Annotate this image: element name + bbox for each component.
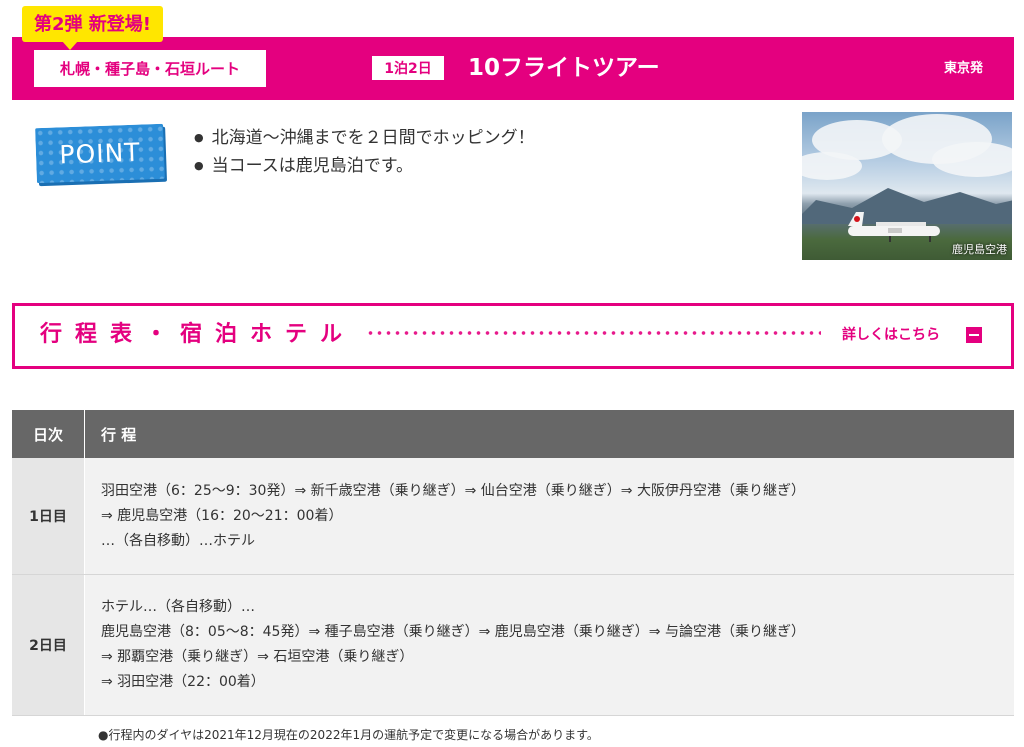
table-row: 2日目 ホテル…（各自移動）… 鹿児島空港（8：05〜8：45発）⇒ 種子島空港… xyxy=(12,574,1014,716)
schedule-line: 鹿児島空港（8：05〜8：45発）⇒ 種子島空港（乗り継ぎ）⇒ 鹿児島空港（乗り… xyxy=(101,624,805,640)
schedule-cell: 羽田空港（6：25〜9：30発）⇒ 新千歳空港（乗り継ぎ）⇒ 仙台空港（乗り継ぎ… xyxy=(84,458,1014,575)
point-list: 北海道〜沖縄までを２日間でホッピング！ 当コースは鹿児島泊です。 xyxy=(194,124,535,180)
tour-title: 10フライトツアー xyxy=(468,55,660,81)
itinerary-title: 行程表・宿泊ホテル xyxy=(40,322,356,347)
schedule-line: ⇒ 那覇空港（乗り継ぎ）⇒ 石垣空港（乗り継ぎ） xyxy=(101,649,414,665)
dotted-divider xyxy=(366,328,821,338)
point-item: 当コースは鹿児島泊です。 xyxy=(194,152,535,180)
schedule-line: ⇒ 鹿児島空港（16：20〜21：00着） xyxy=(101,507,343,524)
itinerary-table: 日次 行 程 1日目 羽田空港（6：25〜9：30発）⇒ 新千歳空港（乗り継ぎ）… xyxy=(12,410,1014,716)
new-release-badge: 第2弾 新登場! xyxy=(22,6,163,50)
minus-square-icon[interactable] xyxy=(966,327,982,343)
day-cell: 2日目 xyxy=(12,574,85,716)
duration-badge: 1泊2日 xyxy=(372,56,444,80)
route-label: 札幌・種子島・石垣ルート xyxy=(34,50,266,87)
schedule-line: …（各自移動）…ホテル xyxy=(101,532,255,549)
airport-photo: 鹿児島空港 xyxy=(802,112,1012,260)
schedule-line: ホテル…（各自移動）… xyxy=(101,599,255,615)
point-item: 北海道〜沖縄までを２日間でホッピング！ xyxy=(194,124,535,152)
schedule-cell: ホテル…（各自移動）… 鹿児島空港（8：05〜8：45発）⇒ 種子島空港（乗り継… xyxy=(84,574,1014,716)
point-label: POINT xyxy=(35,123,165,184)
header-day: 日次 xyxy=(12,410,85,458)
details-link[interactable]: 詳しくはこちら xyxy=(842,324,940,346)
photo-caption: 鹿児島空港 xyxy=(952,243,1007,256)
airplane-icon xyxy=(848,212,940,242)
day-cell: 1日目 xyxy=(12,458,85,575)
departure-origin: 東京発 xyxy=(944,61,984,76)
table-row: 1日目 羽田空港（6：25〜9：30発）⇒ 新千歳空港（乗り継ぎ）⇒ 仙台空港（… xyxy=(12,458,1014,575)
header-schedule: 行 程 xyxy=(84,410,1014,458)
schedule-line: ⇒ 羽田空港（22：00着） xyxy=(101,674,265,690)
footnote: ●行程内のダイヤは2021年12月現在の2022年1月の運航予定で変更になる場合… xyxy=(98,728,599,742)
schedule-line: 羽田空港（6：25〜9：30発）⇒ 新千歳空港（乗り継ぎ）⇒ 仙台空港（乗り継ぎ… xyxy=(101,482,805,499)
